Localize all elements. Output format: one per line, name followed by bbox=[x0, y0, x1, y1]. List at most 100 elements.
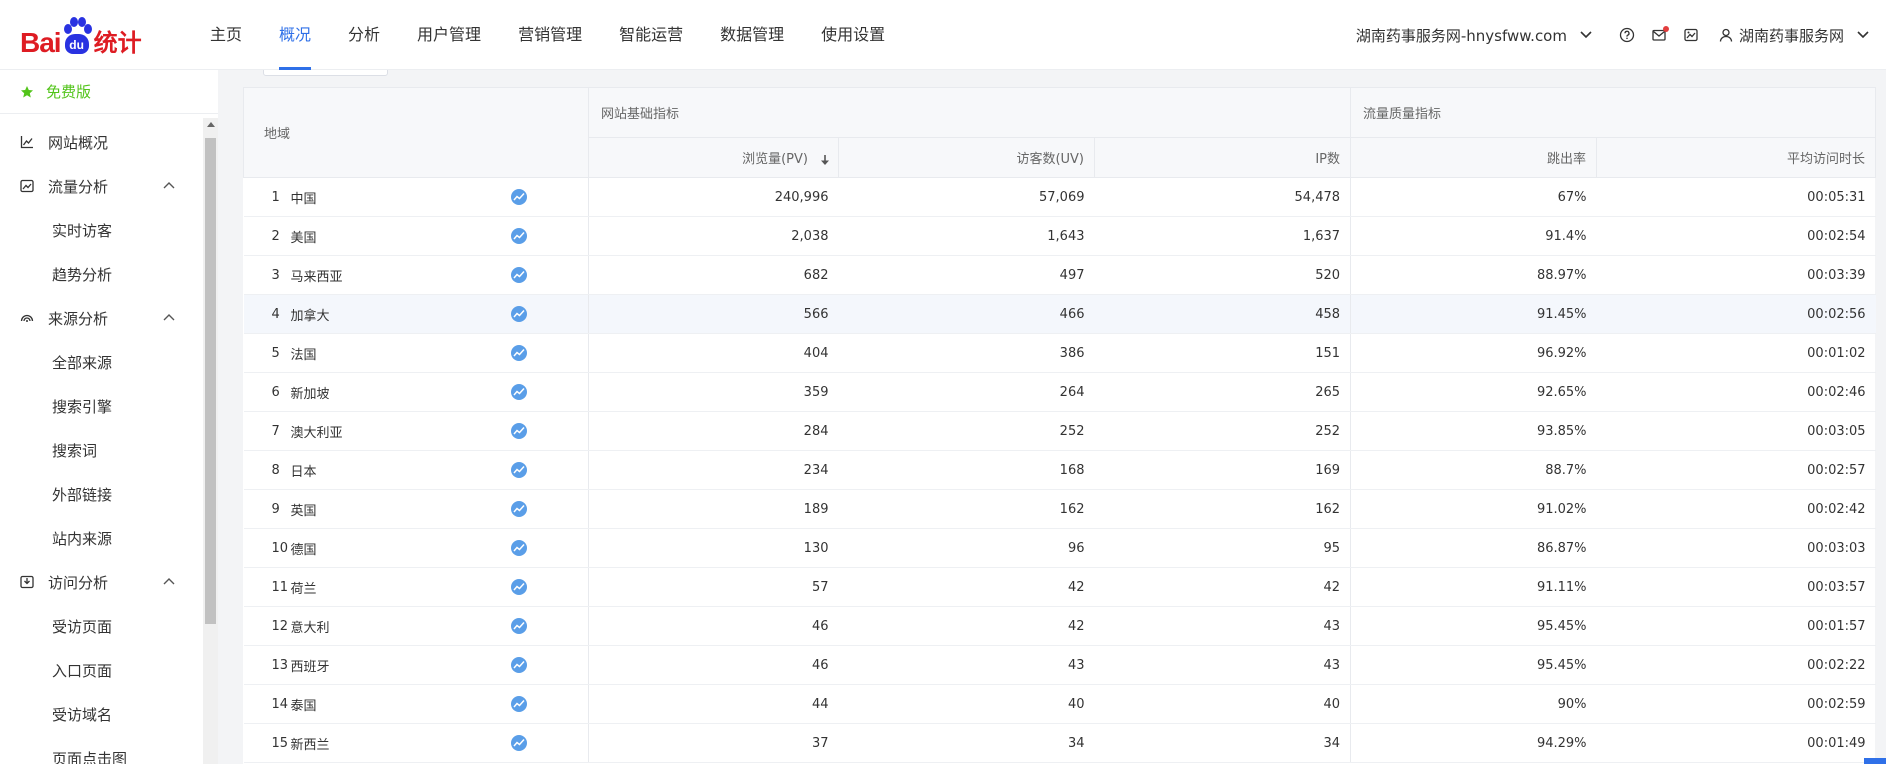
region-name: 马来西亚 bbox=[290, 269, 343, 285]
table-row[interactable]: 3 马来西亚 682 497 520 88.97% 00:03:39 bbox=[243, 255, 1876, 295]
table-row[interactable]: 9 英国 189 162 162 91.02% 00:02:42 bbox=[243, 489, 1876, 529]
sidebar-item-all-sources[interactable]: 全部来源 bbox=[0, 340, 200, 384]
trend-chart-icon[interactable] bbox=[510, 462, 527, 478]
region-cell: 15 新西兰 bbox=[243, 723, 589, 763]
site-selector[interactable]: 湖南药事服务网-hnysfww.com bbox=[1356, 25, 1593, 46]
sidebar-item-page-click-map[interactable]: 页面点击图 bbox=[0, 736, 200, 764]
row-index: 14 bbox=[271, 696, 289, 712]
sidebar-scrollbar[interactable] bbox=[203, 118, 218, 764]
nav-home[interactable]: 主页 bbox=[210, 0, 242, 70]
region-name: 美国 bbox=[290, 230, 317, 246]
help-circle-icon[interactable] bbox=[1611, 19, 1643, 51]
baidu-tongji-logo[interactable]: Bai du 统计 bbox=[20, 14, 142, 58]
duration-cell: 00:02:57 bbox=[1596, 450, 1876, 490]
column-header-duration[interactable]: 平均访问时长 bbox=[1596, 137, 1877, 178]
scroll-up-arrow-icon[interactable] bbox=[207, 122, 215, 127]
nav-user-management[interactable]: 用户管理 bbox=[417, 0, 481, 70]
column-header-pv[interactable]: 浏览量(PV) bbox=[588, 137, 839, 178]
table-row[interactable]: 7 澳大利亚 284 252 252 93.85% 00:03:05 bbox=[243, 411, 1876, 451]
sidebar-item-search-terms[interactable]: 搜索词 bbox=[0, 428, 200, 472]
trend-chart-icon[interactable] bbox=[510, 189, 527, 205]
trend-chart-icon[interactable] bbox=[510, 735, 527, 751]
download-box-icon bbox=[20, 575, 34, 589]
region-name: 法国 bbox=[290, 347, 317, 363]
duration-cell: 00:02:54 bbox=[1596, 216, 1876, 256]
sidebar-item-search-engines[interactable]: 搜索引擎 bbox=[0, 384, 200, 428]
region-cell: 1 中国 bbox=[243, 177, 589, 217]
trend-chart-icon[interactable] bbox=[510, 267, 527, 283]
sidebar-item-site-overview[interactable]: 网站概况 bbox=[0, 120, 200, 164]
trend-chart-icon[interactable] bbox=[510, 345, 527, 361]
mail-icon[interactable] bbox=[1643, 19, 1675, 51]
table-row[interactable]: 5 法国 404 386 151 96.92% 00:01:02 bbox=[243, 333, 1876, 373]
sidebar-item-visited-pages[interactable]: 受访页面 bbox=[0, 604, 200, 648]
column-header-bounce[interactable]: 跳出率 bbox=[1350, 137, 1598, 178]
table-row[interactable]: 10 德国 130 96 95 86.87% 00:03:03 bbox=[243, 528, 1876, 568]
table-row[interactable]: 14 泰国 44 40 40 90% 00:02:59 bbox=[243, 684, 1876, 724]
nav-analysis[interactable]: 分析 bbox=[348, 0, 380, 70]
table-row[interactable]: 15 新西兰 37 34 34 94.29% 00:01:49 bbox=[243, 723, 1876, 763]
row-index: 11 bbox=[271, 579, 289, 595]
region-cell: 12 意大利 bbox=[243, 606, 589, 646]
column-header-uv[interactable]: 访客数(UV) bbox=[838, 137, 1095, 178]
sidebar-item-entry-pages[interactable]: 入口页面 bbox=[0, 648, 200, 692]
nav-data-management[interactable]: 数据管理 bbox=[720, 0, 784, 70]
nav-settings[interactable]: 使用设置 bbox=[821, 0, 885, 70]
table-row[interactable]: 13 西班牙 46 43 43 95.45% 00:02:22 bbox=[243, 645, 1876, 685]
table-row[interactable]: 1 中国 240,996 57,069 54,478 67% 00:05:31 bbox=[243, 177, 1876, 217]
trend-chart-icon[interactable] bbox=[510, 579, 527, 595]
region-cell: 9 英国 bbox=[243, 489, 589, 529]
uv-cell: 40 bbox=[838, 684, 1095, 724]
sidebar-item-realtime-visitors[interactable]: 实时访客 bbox=[0, 208, 200, 252]
pv-cell: 44 bbox=[588, 684, 839, 724]
sidebar-item-internal-sources[interactable]: 站内来源 bbox=[0, 516, 200, 560]
sidebar-item-external-links[interactable]: 外部链接 bbox=[0, 472, 200, 516]
scrollbar-thumb[interactable] bbox=[205, 138, 216, 624]
table-row[interactable]: 6 新加坡 359 264 265 92.65% 00:02:46 bbox=[243, 372, 1876, 412]
sidebar-item-trend-analysis[interactable]: 趋势分析 bbox=[0, 252, 200, 296]
region-name: 意大利 bbox=[290, 620, 330, 636]
row-index: 2 bbox=[271, 228, 280, 244]
trend-chart-icon[interactable] bbox=[510, 696, 527, 712]
column-header-ip[interactable]: IP数 bbox=[1093, 137, 1352, 178]
table-row[interactable]: 4 加拿大 566 466 458 91.45% 00:02:56 bbox=[243, 294, 1876, 334]
nav-marketing[interactable]: 营销管理 bbox=[518, 0, 582, 70]
region-cell: 5 法国 bbox=[243, 333, 589, 373]
user-menu[interactable]: 湖南药事服务网 bbox=[1719, 25, 1870, 46]
trend-chart-icon[interactable] bbox=[510, 423, 527, 439]
image-switch-icon[interactable] bbox=[1675, 19, 1707, 51]
table-row[interactable]: 11 荷兰 57 42 42 91.11% 00:03:57 bbox=[243, 567, 1876, 607]
trend-chart-icon[interactable] bbox=[510, 501, 527, 517]
trend-chart-icon[interactable] bbox=[510, 657, 527, 673]
region-name: 新西兰 bbox=[290, 737, 330, 753]
trend-chart-icon[interactable] bbox=[510, 228, 527, 244]
sidebar-group-source[interactable]: 来源分析 bbox=[0, 296, 200, 340]
ip-cell: 43 bbox=[1094, 606, 1352, 646]
filter-dropdown[interactable] bbox=[263, 70, 388, 76]
table-row[interactable]: 12 意大利 46 42 43 95.45% 00:01:57 bbox=[243, 606, 1876, 646]
nav-smart-ops[interactable]: 智能运营 bbox=[619, 0, 683, 70]
arrow-down-icon[interactable] bbox=[820, 154, 830, 166]
pv-cell: 359 bbox=[588, 372, 839, 412]
table-row[interactable]: 2 美国 2,038 1,643 1,637 91.4% 00:02:54 bbox=[243, 216, 1876, 256]
sidebar-group-traffic[interactable]: 流量分析 bbox=[0, 164, 200, 208]
pv-cell: 404 bbox=[588, 333, 839, 373]
bounce-cell: 92.65% bbox=[1350, 372, 1597, 412]
sidebar-item-label: 网站概况 bbox=[48, 133, 109, 152]
duration-cell: 00:03:39 bbox=[1596, 255, 1876, 295]
pv-cell: 234 bbox=[588, 450, 839, 490]
sidebar-group-visit[interactable]: 访问分析 bbox=[0, 560, 200, 604]
sidebar-item-visited-domains[interactable]: 受访域名 bbox=[0, 692, 200, 736]
trend-chart-icon[interactable] bbox=[510, 384, 527, 400]
table-row[interactable]: 8 日本 234 168 169 88.7% 00:02:57 bbox=[243, 450, 1876, 490]
nav-overview[interactable]: 概况 bbox=[279, 0, 312, 70]
user-icon bbox=[1719, 28, 1733, 42]
trend-chart-icon[interactable] bbox=[510, 306, 527, 322]
sidebar-group-label: 流量分析 bbox=[48, 177, 109, 196]
trend-chart-icon[interactable] bbox=[510, 540, 527, 556]
region-name: 西班牙 bbox=[290, 659, 330, 675]
free-plan-badge[interactable]: 免费版 bbox=[0, 70, 218, 114]
pv-cell: 566 bbox=[588, 294, 839, 334]
trend-chart-icon[interactable] bbox=[510, 618, 527, 634]
region-name: 德国 bbox=[290, 542, 317, 558]
